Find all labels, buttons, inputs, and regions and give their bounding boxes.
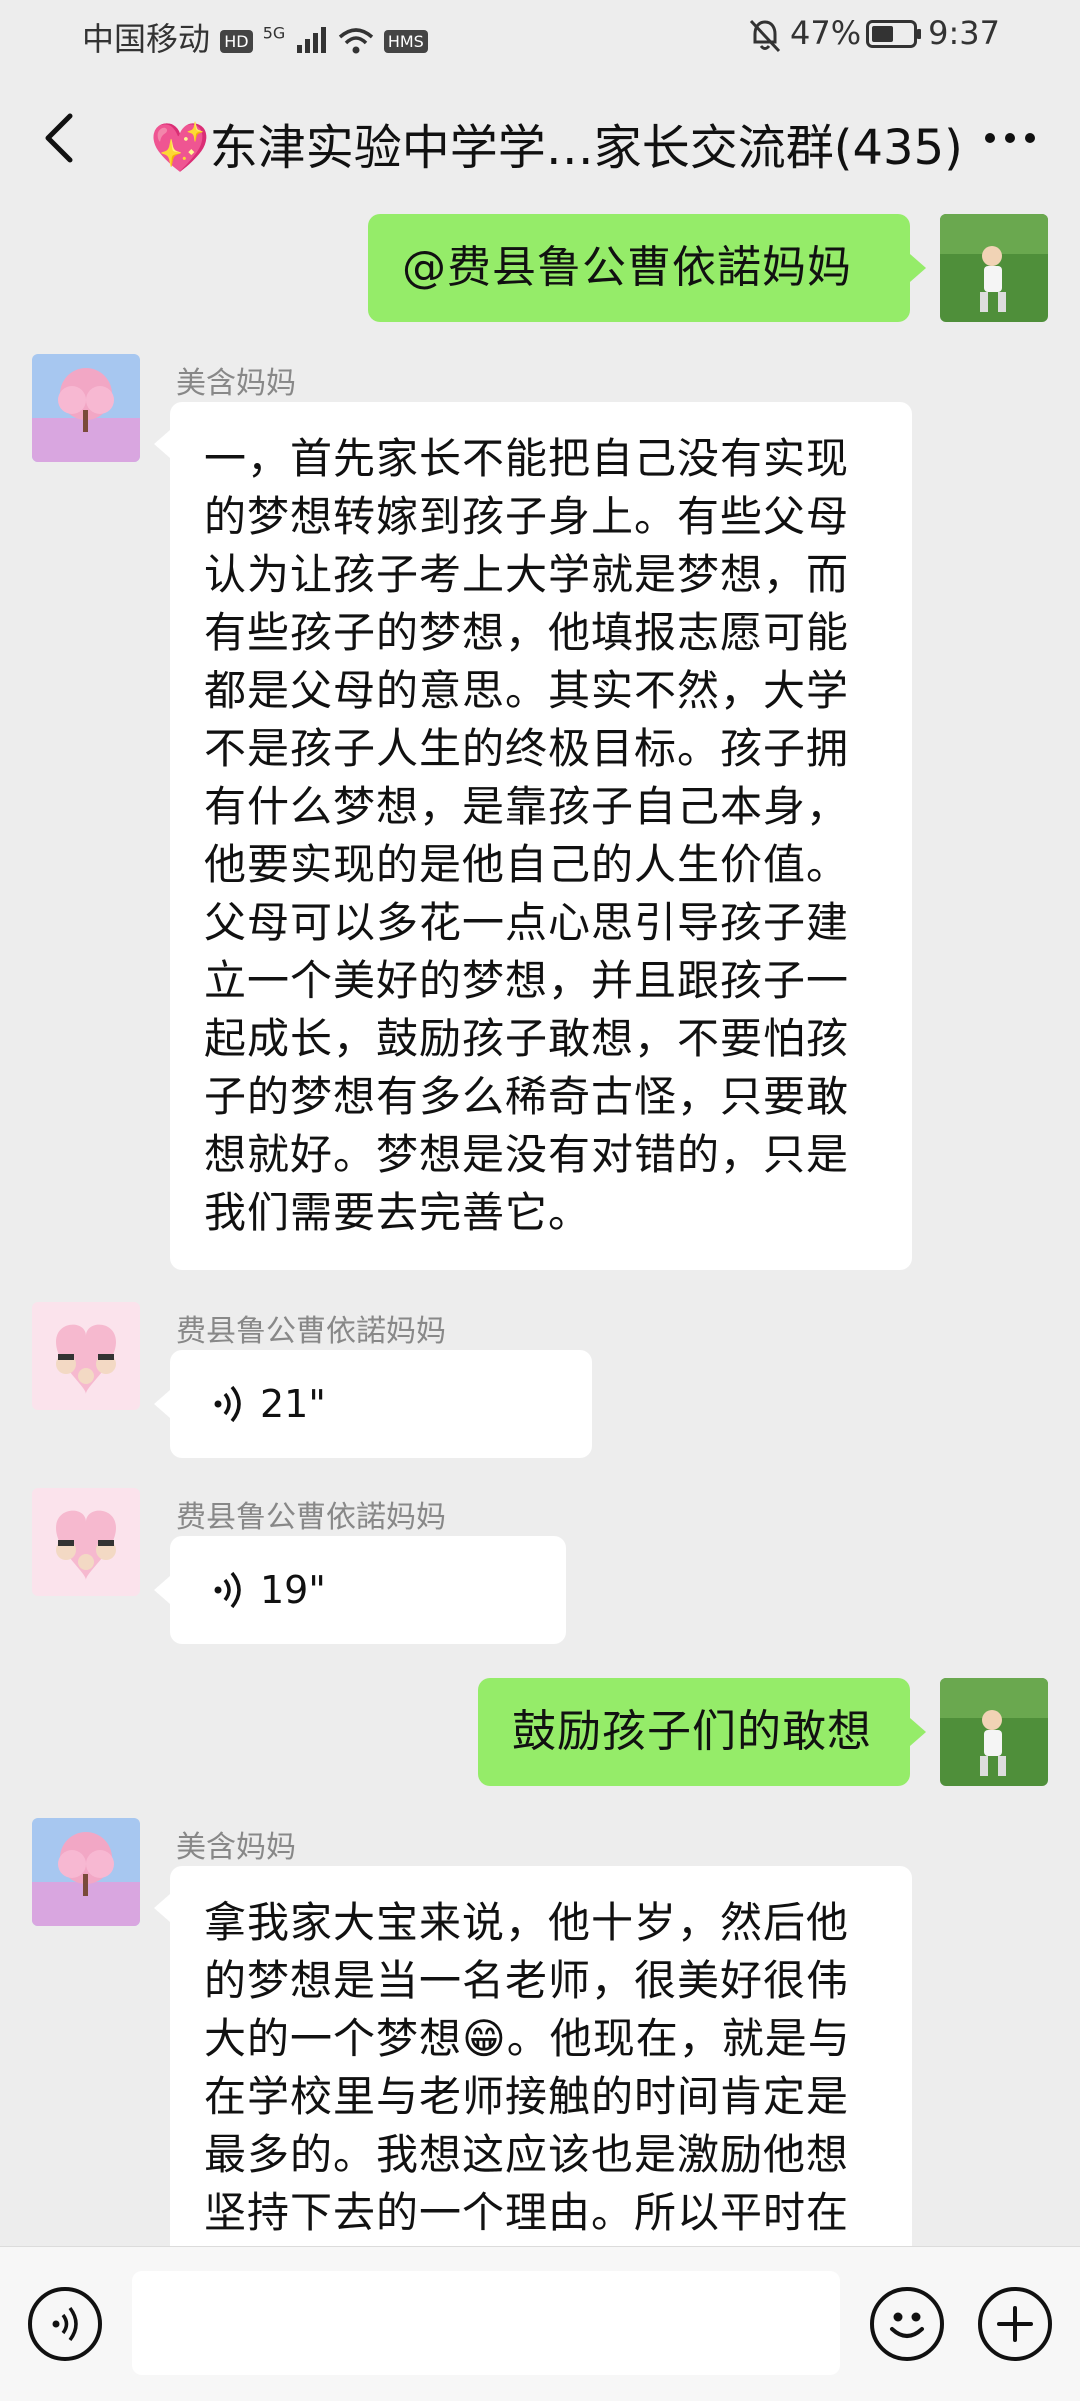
message-text: 鼓励孩子们的敢想 (512, 1706, 872, 1757)
incoming-message-bubble[interactable]: 一，首先家长不能把自己没有实现的梦想转嫁到孩子身上。有些父母认为让孩子考上大学就… (170, 402, 912, 1270)
voice-duration: 21" (260, 1382, 326, 1426)
sender-name: 费县鲁公曹依諾妈妈 (176, 1500, 446, 1535)
carrier-label: 中国移动 HD 5G HMS (82, 14, 428, 60)
back-button[interactable] (30, 98, 90, 178)
bubble-tail (154, 430, 170, 458)
smiley-icon (890, 2312, 924, 2338)
voice-message-bubble[interactable]: 19" (170, 1536, 566, 1644)
more-dots-icon (985, 133, 1035, 143)
bubble-tail (910, 254, 926, 282)
chat-header: 💖东津实验中学学…家长交流群(435) (0, 72, 1080, 202)
sender-avatar[interactable] (32, 1302, 140, 1410)
sender-avatar[interactable] (32, 1818, 140, 1926)
bubble-tail (154, 1576, 170, 1604)
wifi-icon (338, 28, 373, 54)
sender-avatar[interactable] (32, 354, 140, 462)
outgoing-message-bubble[interactable]: 鼓励孩子们的敢想 (478, 1678, 910, 1786)
bubble-tail (154, 1390, 170, 1418)
plus-icon (997, 2306, 1033, 2342)
sender-name: 费县鲁公曹依諾妈妈 (176, 1314, 446, 1349)
hd-badge: HD (220, 29, 253, 53)
outgoing-message-bubble[interactable]: @费县鲁公曹依諾妈妈 (368, 214, 910, 322)
chevron-left-icon (45, 113, 73, 163)
bubble-tail (154, 1894, 170, 1922)
message-text: @费县鲁公曹依諾妈妈 (402, 242, 852, 293)
chat-title: 💖东津实验中学学…家长交流群(435) (150, 120, 963, 176)
message-text: 一，首先家长不能把自己没有实现的梦想转嫁到孩子身上。有些父母认为让孩子考上大学就… (204, 434, 850, 1237)
message-input[interactable] (132, 2271, 840, 2375)
voice-wave-icon (214, 1385, 241, 1423)
more-options-button[interactable] (970, 102, 1050, 172)
network-type: 5G (262, 23, 286, 43)
voice-wave-icon (52, 2306, 78, 2342)
sender-name: 美含妈妈 (176, 1830, 296, 1865)
sender-name: 美含妈妈 (176, 366, 296, 401)
add-more-button[interactable] (978, 2287, 1052, 2361)
sender-avatar[interactable] (32, 1488, 140, 1596)
status-bar: 中国移动 HD 5G HMS 47% 9:37 (0, 0, 1080, 72)
emoji-button[interactable] (870, 2287, 944, 2361)
chat-input-bar (0, 2246, 1080, 2401)
voice-duration: 19" (260, 1568, 326, 1612)
battery-percent: 47% (790, 14, 862, 52)
mute-bell-icon (749, 19, 781, 53)
voice-message-bubble[interactable]: 21" (170, 1350, 592, 1458)
message-text: 拿我家大宝来说，他十岁，然后他的梦想是当一名老师，很美好很伟大的一个梦想😁。他现… (204, 1898, 851, 2237)
clock: 9:37 (928, 14, 1000, 52)
voice-input-button[interactable] (28, 2287, 102, 2361)
hms-badge: HMS (383, 29, 428, 53)
my-avatar[interactable] (940, 214, 1048, 322)
battery-icon (866, 20, 921, 48)
signal-icon (297, 27, 327, 53)
bubble-tail (910, 1718, 926, 1746)
voice-wave-icon (214, 1571, 241, 1609)
incoming-message-bubble[interactable]: 拿我家大宝来说，他十岁，然后他的梦想是当一名老师，很美好很伟大的一个梦想😁。他现… (170, 1866, 912, 2286)
my-avatar[interactable] (940, 1678, 1048, 1786)
